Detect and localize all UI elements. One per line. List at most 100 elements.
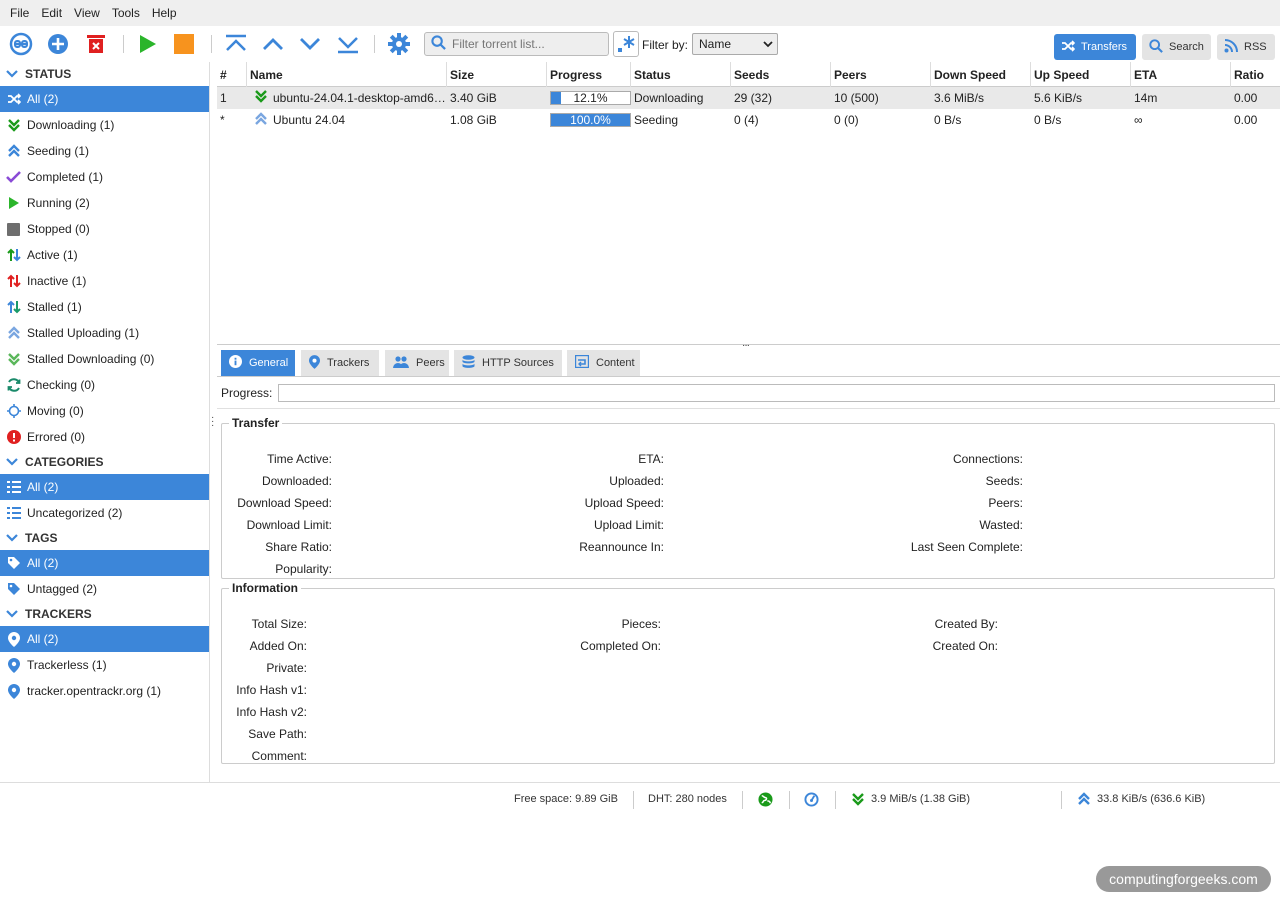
label-downloaded: Downloaded: xyxy=(261,474,332,488)
chevron-down-icon xyxy=(6,70,18,78)
queue-down-icon[interactable] xyxy=(297,31,323,57)
column-header-ratio[interactable]: Ratio xyxy=(1231,62,1280,87)
sidebar-item-running[interactable]: Running (2) xyxy=(0,190,209,216)
column-header-eta[interactable]: ETA xyxy=(1131,62,1231,87)
sidebar-resize-handle[interactable]: · · · xyxy=(211,413,215,431)
tab-rss-label: RSS xyxy=(1244,41,1267,53)
status-separator xyxy=(835,791,836,809)
column-header-status[interactable]: Status xyxy=(631,62,731,87)
tab-http-sources-label: HTTP Sources xyxy=(482,357,554,369)
sidebar-item-label: Completed (1) xyxy=(27,170,104,184)
resume-icon[interactable] xyxy=(134,31,160,57)
add-link-icon[interactable] xyxy=(8,31,34,57)
trackers-header-label: TRACKERS xyxy=(25,607,92,621)
column-header-name[interactable]: Name xyxy=(247,62,447,87)
sidebar-item-stopped[interactable]: Stopped (0) xyxy=(0,216,209,242)
tab-http-sources[interactable]: HTTP Sources xyxy=(454,350,562,376)
shuffle-icon xyxy=(6,92,21,107)
menu-file[interactable]: File xyxy=(4,6,35,20)
column-header-peers[interactable]: Peers xyxy=(831,62,931,87)
sidebar-item-stalled[interactable]: Stalled (1) xyxy=(0,294,209,320)
label-connections: Connections: xyxy=(952,452,1023,466)
column-header-up-speed[interactable]: Up Speed xyxy=(1031,62,1131,87)
table-row[interactable]: 1 ubuntu-24.04.1-desktop-amd64.iso 3.40 … xyxy=(217,87,1280,109)
sidebar-item-trackerless[interactable]: Trackerless (1) xyxy=(0,652,209,678)
column-header-seeds[interactable]: Seeds xyxy=(731,62,831,87)
sidebar-item-status-all[interactable]: All (2) xyxy=(0,86,209,112)
menu-help[interactable]: Help xyxy=(146,6,183,20)
queue-top-icon[interactable] xyxy=(223,31,249,57)
sidebar-item-inactive[interactable]: Inactive (1) xyxy=(0,268,209,294)
label-info-hash-v1: Info Hash v1: xyxy=(236,683,307,697)
cell-up-speed: 5.6 KiB/s xyxy=(1034,91,1083,105)
tab-content[interactable]: Content xyxy=(567,350,640,376)
sidebar-item-seeding[interactable]: Seeding (1) xyxy=(0,138,209,164)
column-header-size[interactable]: Size xyxy=(447,62,547,87)
sidebar-item-completed[interactable]: Completed (1) xyxy=(0,164,209,190)
gear-icon[interactable] xyxy=(386,31,412,57)
toolbar: Filter by: Name Transfers Search RSS xyxy=(0,26,1280,62)
sidebar-item-stalled-downloading[interactable]: Stalled Downloading (0) xyxy=(0,346,209,372)
pause-icon[interactable] xyxy=(171,31,197,57)
tab-general-label: General xyxy=(249,357,289,369)
menu-view[interactable]: View xyxy=(68,6,106,20)
column-header-down-speed[interactable]: Down Speed xyxy=(931,62,1031,87)
delete-icon[interactable] xyxy=(83,31,109,57)
label-reannounce-in: Reannounce In: xyxy=(579,540,664,554)
tab-rss[interactable]: RSS xyxy=(1217,34,1275,60)
tab-search[interactable]: Search xyxy=(1142,34,1211,60)
tab-general[interactable]: General xyxy=(221,350,295,376)
sidebar-item-uncategorized[interactable]: Uncategorized (2) xyxy=(0,500,209,526)
label-time-active: Time Active: xyxy=(267,452,332,466)
sidebar-item-errored[interactable]: Errored (0) xyxy=(0,424,209,450)
regex-toggle-button[interactable] xyxy=(613,31,639,57)
sidebar-item-tracker-all[interactable]: All (2) xyxy=(0,626,209,652)
column-header-progress[interactable]: Progress xyxy=(547,62,631,87)
torrent-name: ubuntu-24.04.1-desktop-amd64.iso xyxy=(273,91,447,105)
tab-transfers[interactable]: Transfers xyxy=(1054,34,1136,60)
tab-peers[interactable]: Peers xyxy=(385,350,449,376)
trackers-section-header[interactable]: TRACKERS xyxy=(0,602,209,626)
tab-trackers[interactable]: Trackers xyxy=(301,350,379,376)
progress-bar: 12.1% xyxy=(550,91,631,105)
queue-bottom-icon[interactable] xyxy=(335,31,361,57)
table-row[interactable]: * Ubuntu 24.04 1.08 GiB 100.0% Seeding 0… xyxy=(217,109,1280,131)
sidebar-item-untagged[interactable]: Untagged (2) xyxy=(0,576,209,602)
globe-icon[interactable] xyxy=(758,792,773,810)
add-torrent-icon[interactable] xyxy=(45,31,71,57)
label-seeds: Seeds: xyxy=(985,474,1023,488)
filter-by-select[interactable]: Name xyxy=(692,33,778,55)
sidebar-item-downloading[interactable]: Downloading (1) xyxy=(0,112,209,138)
sidebar-item-tag-all[interactable]: All (2) xyxy=(0,550,209,576)
sidebar-item-category-all[interactable]: All (2) xyxy=(0,474,209,500)
label-peers: Peers: xyxy=(988,496,1023,510)
sidebar-item-moving[interactable]: Moving (0) xyxy=(0,398,209,424)
speed-limit-icon[interactable] xyxy=(804,792,819,810)
sidebar: STATUS All (2) Downloading (1) Seeding (… xyxy=(0,62,210,782)
cell-peers: 0 (0) xyxy=(834,113,859,127)
sidebar-item-checking[interactable]: Checking (0) xyxy=(0,372,209,398)
sidebar-item-active[interactable]: Active (1) xyxy=(0,242,209,268)
menu-tools[interactable]: Tools xyxy=(106,6,146,20)
sidebar-item-label: Errored (0) xyxy=(27,430,86,444)
label-download-speed: Download Speed: xyxy=(237,496,332,510)
cell-size: 3.40 GiB xyxy=(450,91,497,105)
label-completed-on: Completed On: xyxy=(580,639,661,653)
cell-seeds: 0 (4) xyxy=(734,113,759,127)
progress-text: 12.1% xyxy=(573,91,608,105)
queue-up-icon[interactable] xyxy=(260,31,286,57)
status-section-header[interactable]: STATUS xyxy=(0,62,209,86)
categories-section-header[interactable]: CATEGORIES xyxy=(0,450,209,474)
sidebar-item-tracker-opentrackr[interactable]: tracker.opentrackr.org (1) xyxy=(0,678,209,704)
menu-edit[interactable]: Edit xyxy=(35,6,68,20)
cell-status: Downloading xyxy=(634,91,704,105)
information-group-title: Information xyxy=(232,581,298,595)
filter-input[interactable] xyxy=(450,36,600,52)
label-total-size: Total Size: xyxy=(251,617,307,631)
list-icon xyxy=(6,480,21,495)
sidebar-item-label: Trackerless (1) xyxy=(27,658,107,672)
tags-section-header[interactable]: TAGS xyxy=(0,526,209,550)
tab-content-label: Content xyxy=(596,357,635,369)
sidebar-item-stalled-uploading[interactable]: Stalled Uploading (1) xyxy=(0,320,209,346)
column-header-number[interactable]: # xyxy=(217,62,247,87)
